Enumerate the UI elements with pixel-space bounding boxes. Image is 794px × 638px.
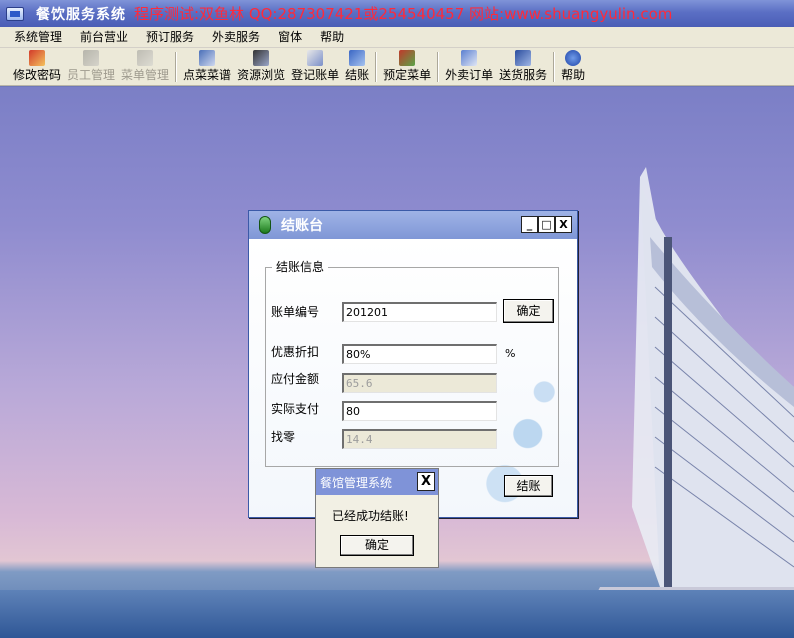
minimize-button[interactable]: _	[521, 216, 538, 233]
cash-register-icon	[349, 50, 366, 66]
takeout-icon	[461, 50, 478, 66]
app-titlebar[interactable]: 餐饮服务系统 程序测试:双鱼林 QQ:287307421或254540457 网…	[0, 0, 794, 27]
group-title: 结账信息	[272, 260, 329, 274]
app-title: 餐饮服务系统	[36, 6, 126, 23]
close-button[interactable]: X	[555, 216, 572, 233]
message-ok-button[interactable]: 确定	[340, 535, 414, 556]
message-box-titlebar[interactable]: 餐馆管理系统 X	[316, 469, 438, 495]
person-icon	[253, 50, 270, 66]
menu-bar: 系统管理 前台营业 预订服务 外卖服务 窗体 帮助	[0, 27, 794, 48]
confirm-bill-button[interactable]: 确定	[503, 299, 554, 323]
maximize-button[interactable]: □	[538, 216, 555, 233]
menu-book-icon	[137, 50, 154, 66]
change-field	[342, 429, 497, 449]
toolbar: 修改密码 员工管理 菜单管理 点菜菜谱 资源浏览 登记账单 结账 预定菜单 外卖…	[0, 48, 794, 86]
percent-sign: %	[505, 347, 516, 360]
calendar-icon	[399, 50, 416, 66]
menu-system-manage[interactable]: 系统管理	[0, 27, 71, 48]
help-icon	[565, 50, 582, 66]
toolbar-separator	[175, 52, 178, 82]
toolbar-separator	[437, 52, 440, 82]
change-password-button[interactable]: 修改密码	[10, 50, 64, 85]
menu-front-desk[interactable]: 前台营业	[71, 27, 137, 48]
menu-help[interactable]: 帮助	[311, 27, 353, 48]
phone-icon	[515, 50, 532, 66]
paid-input[interactable]	[342, 401, 497, 421]
checkout-dialog-titlebar[interactable]: 结账台 _ □ X	[249, 211, 577, 239]
payable-field	[342, 373, 497, 393]
order-dishes-button[interactable]: 点菜菜谱	[180, 50, 234, 85]
menu-window[interactable]: 窗体	[269, 27, 311, 48]
app-window-icon[interactable]	[6, 6, 24, 21]
discount-input[interactable]	[342, 344, 497, 364]
document-pen-icon	[307, 50, 324, 66]
takeout-order-button[interactable]: 外卖订单	[442, 50, 496, 85]
change-label: 找零	[271, 430, 296, 444]
message-text: 已经成功结账!	[332, 509, 409, 523]
checkout-dialog-title: 结账台	[281, 218, 323, 234]
coin-icon	[259, 216, 271, 234]
app-promo-text: 程序测试:双鱼林 QQ:287307421或254540457 网站:www.s…	[134, 5, 673, 23]
staff-manage-button[interactable]: 员工管理	[64, 50, 118, 85]
resource-browse-button[interactable]: 资源浏览	[234, 50, 288, 85]
sea-area	[0, 590, 794, 638]
reserve-menu-button[interactable]: 预定菜单	[380, 50, 434, 85]
toolbar-separator	[375, 52, 378, 82]
checkout-toolbar-button[interactable]: 结账	[342, 50, 372, 85]
discount-label: 优惠折扣	[271, 345, 320, 359]
register-bill-button[interactable]: 登记账单	[288, 50, 342, 85]
menu-manage-button[interactable]: 菜单管理	[118, 50, 172, 85]
paid-label: 实际支付	[271, 402, 320, 416]
payable-label: 应付金额	[271, 372, 320, 386]
menu-reservation[interactable]: 预订服务	[137, 27, 203, 48]
menu-takeout[interactable]: 外卖服务	[203, 27, 269, 48]
staff-icon	[83, 50, 100, 66]
bill-no-label: 账单编号	[271, 305, 320, 319]
message-close-button[interactable]: X	[417, 472, 435, 491]
delivery-service-button[interactable]: 送货服务	[496, 50, 550, 85]
book-icon	[199, 50, 216, 66]
toolbar-separator	[553, 52, 556, 82]
checkout-button[interactable]: 结账	[504, 475, 553, 497]
bill-no-input[interactable]	[342, 302, 497, 322]
key-icon	[29, 50, 45, 66]
message-box-title: 餐馆管理系统	[320, 475, 393, 490]
success-message-box: 餐馆管理系统 X 已经成功结账! 确定	[315, 468, 439, 568]
help-toolbar-button[interactable]: 帮助	[558, 50, 588, 85]
